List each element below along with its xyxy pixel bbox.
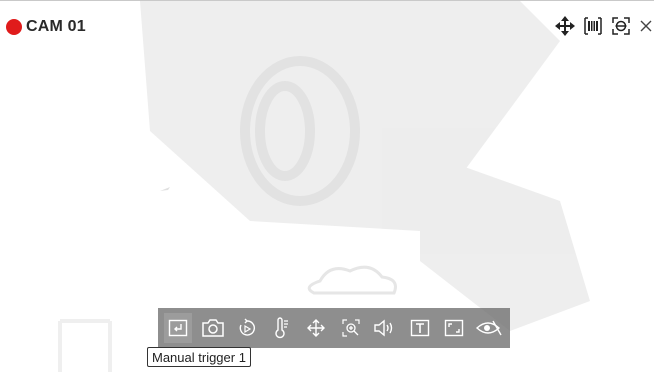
text-overlay-button[interactable] [406,313,434,343]
snapshot-button[interactable] [199,313,227,343]
camera-name: CAM 01 [26,18,86,35]
toolbar-tooltip: Manual trigger 1 [147,347,251,367]
camera-title: CAM 01 [6,18,86,36]
zoom-icon [341,319,360,337]
ptz-icon [307,319,325,337]
camera-icon [201,319,224,337]
smart-focus-icon[interactable] [610,15,632,37]
privacy-eye-icon [475,320,502,336]
thermometer-icon [274,317,288,339]
close-icon[interactable] [638,15,654,37]
fullscreen-icon [444,319,464,337]
instant-playback-button[interactable] [233,313,261,343]
playback-icon [239,318,255,336]
text-icon [410,319,429,337]
camera-view[interactable]: CAM 01 Manual trigger 1 [0,0,654,372]
ptz-button[interactable] [302,313,330,343]
manual-trigger-button[interactable] [164,313,192,343]
digital-zoom-button[interactable] [337,313,365,343]
thermal-button[interactable] [268,313,296,343]
audio-button[interactable] [371,313,399,343]
fullscreen-button[interactable] [440,313,468,343]
move-icon[interactable] [554,15,576,37]
recording-indicator [6,19,22,35]
privacy-mask-button[interactable] [475,313,503,343]
audio-icon [374,319,393,337]
film-icon[interactable] [582,15,604,37]
manual-trigger-icon [168,319,188,337]
camera-toolbar [158,308,510,348]
top-controls [554,15,654,37]
